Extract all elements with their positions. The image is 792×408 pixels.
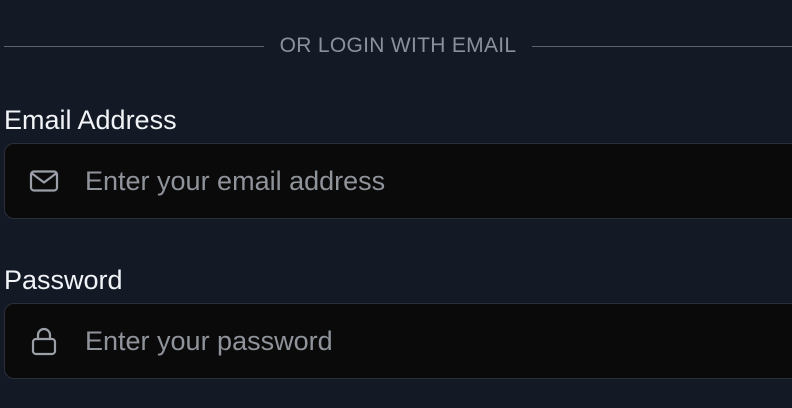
password-input[interactable]: [85, 304, 785, 378]
divider-line-left: [4, 45, 264, 47]
mail-icon: [28, 165, 60, 197]
password-label: Password: [4, 265, 123, 295]
or-login-divider: OR LOGIN WITH EMAIL: [4, 33, 792, 59]
email-label: Email Address: [4, 105, 177, 135]
divider-text: OR LOGIN WITH EMAIL: [279, 34, 517, 57]
password-field[interactable]: [4, 303, 792, 379]
email-field[interactable]: [4, 143, 792, 219]
email-input[interactable]: [85, 144, 785, 218]
email-login-form: OR LOGIN WITH EMAIL Email Address Passwo…: [0, 0, 792, 408]
lock-icon: [28, 325, 60, 357]
divider-line-right: [532, 45, 792, 47]
